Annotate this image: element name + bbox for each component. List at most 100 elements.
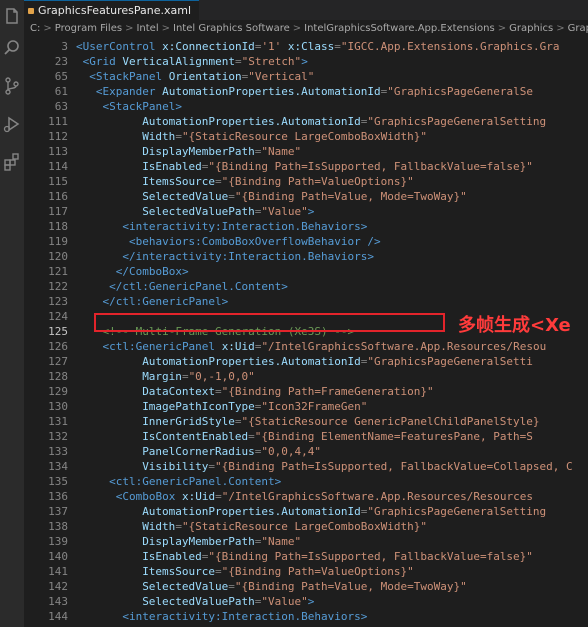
code-line[interactable]: 119 <behaviors:ComboBoxOverflowBehavior /… bbox=[24, 234, 588, 249]
breadcrumb-item[interactable]: GraphicsFeat bbox=[568, 23, 588, 34]
code-text: PanelCornerRadius="0,0,4,4" bbox=[142, 445, 322, 458]
line-number: 119 bbox=[48, 235, 68, 248]
line-number: 118 bbox=[48, 220, 68, 233]
line-number: 113 bbox=[48, 145, 68, 158]
code-text: <Expander AutomationProperties.Automatio… bbox=[95, 85, 533, 98]
highlight-box bbox=[94, 313, 445, 332]
code-line[interactable]: 131 InnerGridStyle="{StaticResource Gener… bbox=[24, 414, 588, 429]
code-line[interactable]: 144 <interactivity:Interaction.Behaviors> bbox=[24, 609, 588, 624]
code-line[interactable]: 129 DataContext="{Binding Path=FrameGener… bbox=[24, 384, 588, 399]
code-line[interactable]: 23 <Grid VerticalAlignment="Stretch"> bbox=[24, 54, 588, 69]
line-number: 135 bbox=[48, 475, 68, 488]
code-text: IsEnabled="{Binding Path=IsSupported, Fa… bbox=[142, 550, 533, 563]
code-line[interactable]: 122 </ctl:GenericPanel.Content> bbox=[24, 279, 588, 294]
line-number: 61 bbox=[54, 85, 68, 98]
code-text: <behaviors:ComboBoxOverflowBehavior /> bbox=[128, 235, 381, 248]
code-line[interactable]: 127 AutomationProperties.AutomationId="Gr… bbox=[24, 354, 588, 369]
breadcrumb-item[interactable]: Intel Graphics Software bbox=[173, 23, 290, 34]
code-text: Width="{StaticResource LargeComboBoxWidt… bbox=[142, 130, 427, 143]
code-text: <interactivity:Interaction.Behaviors> bbox=[122, 610, 368, 623]
code-line[interactable]: 143 SelectedValuePath="Value"> bbox=[24, 594, 588, 609]
code-text: <ComboBox x:Uid="/IntelGraphicsSoftware.… bbox=[115, 490, 533, 503]
code-line[interactable]: 113 DisplayMemberPath="Name" bbox=[24, 144, 588, 159]
code-line[interactable]: 112 Width="{StaticResource LargeComboBoxW… bbox=[24, 129, 588, 144]
code-line[interactable]: 61 <Expander AutomationProperties.Automat… bbox=[24, 84, 588, 99]
breadcrumb-item[interactable]: C: bbox=[30, 23, 40, 34]
xaml-file-icon bbox=[28, 8, 34, 14]
tab-xaml-file[interactable]: GraphicsFeaturesPane.xaml bbox=[24, 0, 200, 20]
code-line[interactable]: 142 SelectedValue="{Binding Path=Value, M… bbox=[24, 579, 588, 594]
code-line[interactable]: 117 SelectedValuePath="Value"> bbox=[24, 204, 588, 219]
breadcrumb: C: > Program Files > Intel > Intel Graphics So… bbox=[24, 20, 588, 38]
line-number: 120 bbox=[48, 250, 68, 263]
line-number: 129 bbox=[48, 385, 68, 398]
code-text: <Grid VerticalAlignment="Stretch"> bbox=[82, 55, 308, 68]
code-text: DisplayMemberPath="Name" bbox=[142, 535, 302, 548]
code-text: DisplayMemberPath="Name" bbox=[142, 145, 302, 158]
code-text: AutomationProperties.AutomationId="Graph… bbox=[142, 355, 533, 368]
search-icon[interactable] bbox=[2, 38, 22, 58]
line-number: 121 bbox=[48, 265, 68, 278]
line-number: 122 bbox=[48, 280, 68, 293]
code-text: DataContext="{Binding Path=FrameGenerati… bbox=[142, 385, 434, 398]
line-number: 117 bbox=[48, 205, 68, 218]
code-line[interactable]: 140 IsEnabled="{Binding Path=IsSupported,… bbox=[24, 549, 588, 564]
code-line[interactable]: 3 <UserControl x:ConnectionId='1' x:Class… bbox=[24, 39, 588, 54]
code-text: <StackPanel> bbox=[102, 100, 182, 113]
code-line[interactable]: 118 <interactivity:Interaction.Behaviors> bbox=[24, 219, 588, 234]
line-number: 123 bbox=[48, 295, 68, 308]
line-number: 132 bbox=[48, 430, 68, 443]
run-debug-icon[interactable] bbox=[2, 114, 22, 134]
line-number: 133 bbox=[48, 445, 68, 458]
breadcrumb-item[interactable]: Intel bbox=[136, 23, 158, 34]
source-control-icon[interactable] bbox=[2, 76, 22, 96]
breadcrumb-item[interactable]: Program Files bbox=[55, 23, 122, 34]
line-number: 128 bbox=[48, 370, 68, 383]
code-line[interactable]: 116 SelectedValue="{Binding Path=Value, M… bbox=[24, 189, 588, 204]
annotation-label: 多帧生成<Xe bbox=[458, 315, 571, 336]
code-line[interactable]: 133 PanelCornerRadius="0,0,4,4" bbox=[24, 444, 588, 459]
line-number: 115 bbox=[48, 175, 68, 188]
line-number: 116 bbox=[48, 190, 68, 203]
code-line[interactable]: 111 AutomationProperties.AutomationId="Gr… bbox=[24, 114, 588, 129]
code-line[interactable]: 120 </interactivity:Interaction.Behaviors… bbox=[24, 249, 588, 264]
line-number: 137 bbox=[48, 505, 68, 518]
code-line[interactable]: 123 </ctl:GenericPanel> bbox=[24, 294, 588, 309]
line-number: 143 bbox=[48, 595, 68, 608]
breadcrumb-item[interactable]: IntelGraphicsSoftware.App.Extensions bbox=[304, 23, 495, 34]
code-line[interactable]: 130 ImagePathIconType="Icon32FrameGen" bbox=[24, 399, 588, 414]
line-number: 131 bbox=[48, 415, 68, 428]
code-text: IsContentEnabled="{Binding ElementName=F… bbox=[142, 430, 533, 443]
code-text: <ctl:GenericPanel x:Uid="/IntelGraphicsS… bbox=[102, 340, 547, 353]
code-text: IsEnabled="{Binding Path=IsSupported, Fa… bbox=[142, 160, 533, 173]
code-text: Visibility="{Binding Path=IsSupported, F… bbox=[142, 460, 573, 473]
line-number: 140 bbox=[48, 550, 68, 563]
line-number: 136 bbox=[48, 490, 68, 503]
code-line[interactable]: 137 AutomationProperties.AutomationId="Gr… bbox=[24, 504, 588, 519]
code-text: ItemsSource="{Binding Path=ValueOptions}… bbox=[142, 175, 414, 188]
line-number: 144 bbox=[48, 610, 68, 623]
line-number: 63 bbox=[54, 100, 68, 113]
code-line[interactable]: 139 DisplayMemberPath="Name" bbox=[24, 534, 588, 549]
breadcrumb-item[interactable]: Graphics bbox=[509, 23, 553, 34]
code-line[interactable]: 63 <StackPanel> bbox=[24, 99, 588, 114]
line-number: 134 bbox=[48, 460, 68, 473]
extensions-icon[interactable] bbox=[2, 152, 22, 172]
code-text: </ctl:GenericPanel.Content> bbox=[109, 280, 288, 293]
code-line[interactable]: 128 Margin="0,-1,0,0" bbox=[24, 369, 588, 384]
code-text: <interactivity:Interaction.Behaviors> bbox=[122, 220, 368, 233]
code-line[interactable]: 114 IsEnabled="{Binding Path=IsSupported,… bbox=[24, 159, 588, 174]
explorer-icon[interactable] bbox=[2, 6, 22, 26]
code-line[interactable]: 65 <StackPanel Orientation="Vertical" bbox=[24, 69, 588, 84]
code-line[interactable]: 121 </ComboBox> bbox=[24, 264, 588, 279]
code-line[interactable]: 141 ItemsSource="{Binding Path=ValueOptio… bbox=[24, 564, 588, 579]
line-number: 126 bbox=[48, 340, 68, 353]
code-line[interactable]: 132 IsContentEnabled="{Binding ElementNam… bbox=[24, 429, 588, 444]
code-line[interactable]: 115 ItemsSource="{Binding Path=ValueOptio… bbox=[24, 174, 588, 189]
code-line[interactable]: 138 Width="{StaticResource LargeComboBoxW… bbox=[24, 519, 588, 534]
code-line[interactable]: 136 <ComboBox x:Uid="/IntelGraphicsSoftwa… bbox=[24, 489, 588, 504]
code-line[interactable]: 135 <ctl:GenericPanel.Content> bbox=[24, 474, 588, 489]
code-line[interactable]: 126 <ctl:GenericPanel x:Uid="/IntelGraphi… bbox=[24, 339, 588, 354]
line-number: 142 bbox=[48, 580, 68, 593]
code-line[interactable]: 134 Visibility="{Binding Path=IsSupported… bbox=[24, 459, 588, 474]
